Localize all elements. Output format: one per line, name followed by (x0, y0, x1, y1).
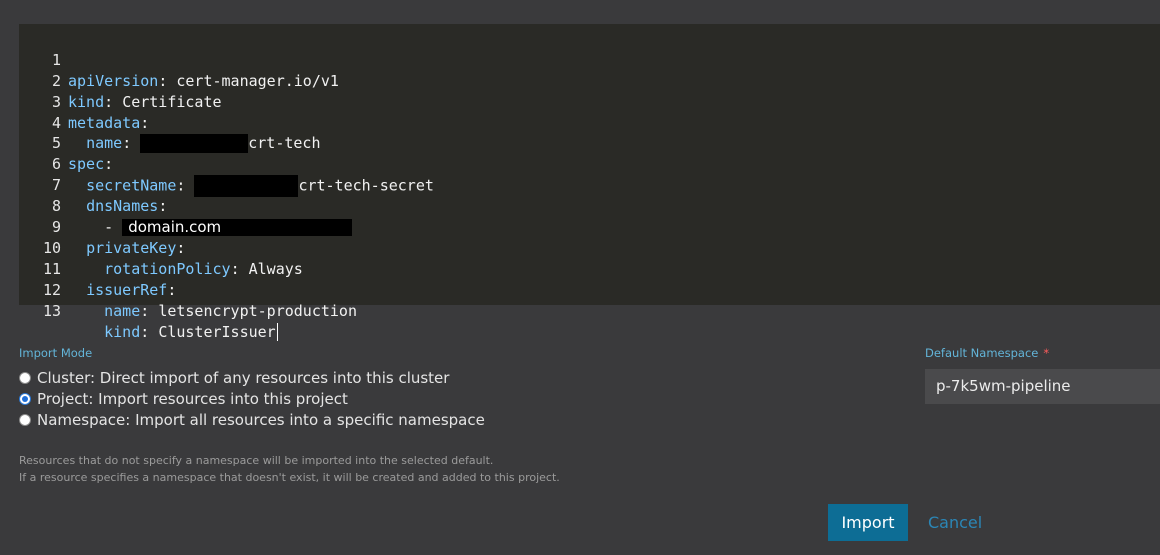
cancel-button[interactable]: Cancel (928, 504, 982, 541)
radio-label[interactable]: Project: Import resources into this proj… (37, 390, 348, 408)
code-line: 8 - domain.com (19, 175, 1160, 237)
line-number: 13 (42, 301, 61, 320)
yaml-editor[interactable]: 1 apiVersion: cert-manager.io/v1 2 kind:… (19, 24, 1160, 341)
code-line: 12 name: letsencrypt-production (19, 259, 1160, 320)
help-text-default: Resources that do not specify a namespac… (19, 454, 494, 467)
yaml-separator: : (140, 301, 159, 320)
required-marker: * (1043, 346, 1050, 360)
radio-option-project[interactable]: Project: Import resources into this proj… (19, 389, 348, 409)
radio-button-selected[interactable] (19, 393, 31, 405)
import-button[interactable]: Import (828, 504, 908, 541)
code-line: 3 metadata: (19, 71, 1160, 132)
radio-label[interactable]: Namespace: Import all resources into a s… (37, 411, 485, 429)
default-namespace-label-text: Default Namespace (925, 346, 1039, 360)
help-text-create: If a resource specifies a namespace that… (19, 471, 560, 484)
code-line: 7 dnsNames: (19, 154, 1160, 215)
default-namespace-label: Default Namespace * (925, 346, 1049, 360)
code-line: 6 secretName: crt-tech-secret (19, 133, 1160, 198)
yaml-key: kind (104, 322, 141, 341)
radio-option-namespace[interactable]: Namespace: Import all resources into a s… (19, 410, 485, 430)
radio-button[interactable] (19, 414, 31, 426)
code-line: 2 kind: Certificate (19, 50, 1160, 111)
radio-option-cluster[interactable]: Cluster: Direct import of any resources … (19, 368, 449, 388)
text-cursor (276, 323, 278, 341)
code-line: 9 privateKey: (19, 196, 1160, 257)
code-line: 10 rotationPolicy: Always (19, 217, 1160, 278)
yaml-value: letsencrypt-production (158, 301, 357, 320)
default-namespace-input[interactable]: p-7k5wm-pipeline (925, 369, 1160, 404)
radio-label[interactable]: Cluster: Direct import of any resources … (37, 369, 449, 387)
code-line: 5 spec: (19, 113, 1160, 173)
yaml-key: name (104, 301, 141, 320)
yaml-value: ClusterIssuer (158, 322, 276, 341)
code-line: 13 kind: ClusterIssuer (19, 280, 1160, 341)
code-line: 1 apiVersion: cert-manager.io/v1 (19, 29, 1160, 90)
code-line: 11 issuerRef: (19, 238, 1160, 299)
import-mode-label: Import Mode (19, 346, 93, 360)
code-line: 4 name: crt-tech (19, 92, 1160, 154)
radio-button[interactable] (19, 372, 31, 384)
yaml-separator: : (140, 322, 159, 341)
